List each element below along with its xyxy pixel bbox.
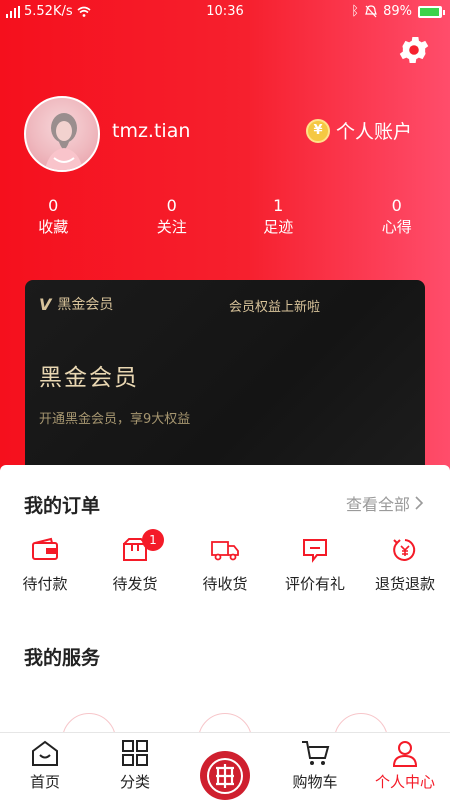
tab-home[interactable]: 首页 bbox=[0, 733, 90, 800]
stat-value: 0 bbox=[48, 196, 59, 215]
account-label: 个人账户 bbox=[335, 121, 412, 143]
bottom-tab-bar: 首页 分类 购物车 个人中心 bbox=[0, 732, 450, 800]
stat-reviews[interactable]: 0 心得 bbox=[332, 196, 450, 238]
vip-subtitle: 开通黑金会员，享9大权益 bbox=[39, 412, 191, 427]
stat-favorites[interactable]: 0 收藏 bbox=[0, 196, 119, 238]
tab-cart[interactable]: 购物车 bbox=[270, 733, 360, 800]
tab-label: 分类 bbox=[119, 773, 150, 791]
wallet-icon bbox=[32, 537, 58, 560]
vip-brand: V 黑金会员 bbox=[39, 294, 113, 314]
stat-value: 0 bbox=[391, 196, 402, 215]
stat-value: 1 bbox=[273, 196, 284, 215]
bluetooth-icon: ᛒ bbox=[351, 4, 360, 19]
order-status-row: 待付款 1 待发货 待收货 评价有礼 退货退款 bbox=[0, 529, 450, 594]
view-all-label: 查看全部 bbox=[345, 495, 410, 514]
stat-label: 足迹 bbox=[263, 218, 294, 236]
brand-seal-icon bbox=[207, 757, 243, 794]
tab-categories[interactable]: 分类 bbox=[90, 733, 180, 800]
order-label: 退货退款 bbox=[374, 575, 435, 593]
refund-icon bbox=[393, 539, 416, 561]
vip-news: 会员权益上新啦 bbox=[229, 300, 321, 315]
user-icon bbox=[392, 741, 418, 767]
order-refund[interactable]: 退货退款 bbox=[360, 537, 450, 594]
stat-label: 收藏 bbox=[38, 218, 69, 236]
tab-label: 首页 bbox=[29, 773, 60, 791]
mute-bell-icon bbox=[365, 5, 377, 18]
order-label: 待付款 bbox=[22, 575, 68, 593]
system-status: ᛒ 89% bbox=[351, 4, 445, 19]
truck-icon bbox=[211, 541, 239, 561]
order-pending-receipt[interactable]: 待收货 bbox=[180, 537, 270, 594]
order-label: 评价有礼 bbox=[284, 575, 345, 593]
black-gold-membership-card[interactable]: V 黑金会员 会员权益上新啦 黑金会员 开通黑金会员，享9大权益 bbox=[25, 280, 425, 480]
stats-row: 0 收藏 0 关注 1 足迹 0 心得 bbox=[0, 196, 450, 238]
battery-icon bbox=[418, 5, 445, 18]
view-all-orders-link[interactable]: 查看全部 bbox=[346, 491, 424, 515]
tab-label: 个人中心 bbox=[374, 773, 435, 791]
orders-title: 我的订单 bbox=[24, 495, 101, 517]
grid-icon bbox=[122, 740, 148, 766]
stat-history[interactable]: 1 足迹 bbox=[225, 196, 332, 238]
vip-brand-label: 黑金会员 bbox=[57, 297, 114, 313]
status-bar: 5.52K/s 10:36 ᛒ 89% bbox=[0, 0, 450, 24]
order-label: 待收货 bbox=[202, 575, 248, 593]
order-pending-payment[interactable]: 待付款 bbox=[0, 537, 90, 594]
tab-profile[interactable]: 个人中心 bbox=[360, 733, 450, 800]
comment-icon bbox=[303, 539, 327, 563]
tab-label: 购物车 bbox=[292, 773, 338, 791]
account-link[interactable]: ¥ 个人账户 bbox=[305, 117, 412, 144]
stat-label: 关注 bbox=[156, 218, 187, 236]
home-icon bbox=[32, 740, 58, 766]
battery-percent: 89% bbox=[383, 4, 412, 19]
order-pending-shipment[interactable]: 1 待发货 bbox=[90, 529, 180, 594]
order-count-badge: 1 bbox=[142, 529, 164, 551]
username[interactable]: tmz.tian bbox=[112, 120, 190, 142]
gear-icon[interactable] bbox=[396, 32, 432, 68]
cart-icon bbox=[302, 741, 330, 765]
brand-logo-icon bbox=[200, 751, 250, 800]
stat-value: 0 bbox=[166, 196, 177, 215]
stat-following[interactable]: 0 关注 bbox=[119, 196, 226, 238]
services-title: 我的服务 bbox=[24, 647, 101, 669]
coin-icon: ¥ bbox=[305, 118, 330, 143]
vip-logo-icon: V bbox=[39, 294, 52, 314]
avatar[interactable] bbox=[24, 96, 100, 172]
order-review[interactable]: 评价有礼 bbox=[270, 537, 360, 594]
order-label: 待发货 bbox=[112, 575, 158, 593]
orders-panel: 我的订单 查看全部 待付款 1 待发货 待收货 评价有礼 退货退款 我的服务 bbox=[0, 465, 450, 767]
tab-brand-logo[interactable] bbox=[180, 733, 270, 800]
vip-title: 黑金会员 bbox=[39, 365, 139, 391]
chevron-right-icon bbox=[415, 496, 424, 510]
stat-label: 心得 bbox=[381, 218, 412, 236]
